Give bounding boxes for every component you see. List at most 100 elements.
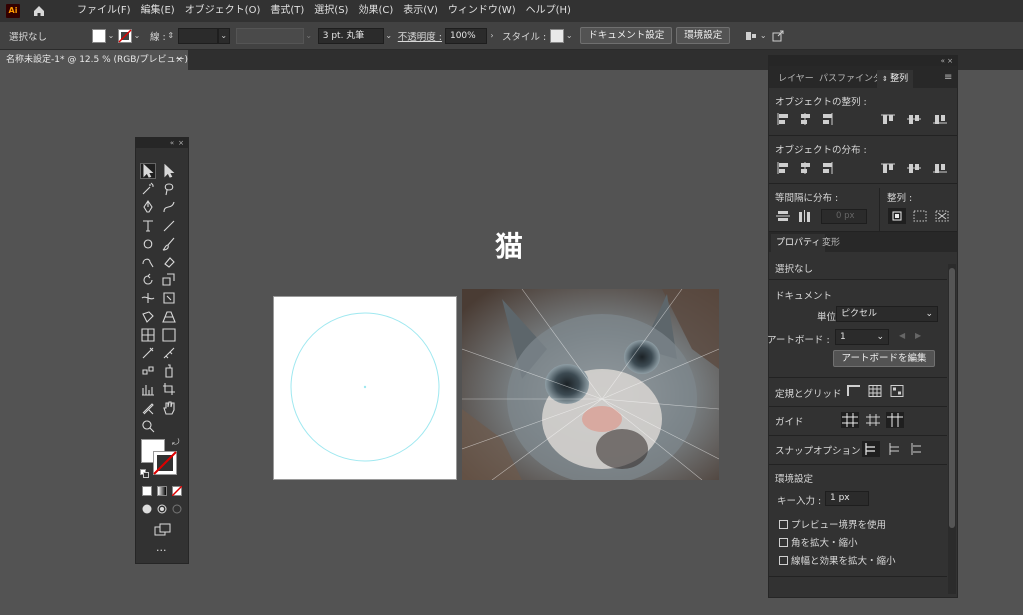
vertical-align-top-icon[interactable] [881,113,895,125]
lock-guides-icon[interactable] [866,414,880,426]
vertical-distribute-space-icon[interactable] [776,210,790,222]
menu-item[interactable]: ファイル(F) [72,0,136,22]
snap-to-pixel-icon[interactable] [887,443,901,455]
edit-artboards-button[interactable]: アートボードを編集 [833,350,935,367]
swap-colors-icon[interactable]: ⤾ [172,438,180,448]
spacing-input[interactable]: 0 px [821,209,867,224]
vertical-align-center-icon[interactable] [907,113,921,125]
tab-transform[interactable]: 変形 [817,234,845,252]
slice-tool-icon[interactable] [141,401,155,415]
opacity-input[interactable]: 100% [444,27,487,44]
align-to-artboard-icon[interactable] [888,208,906,224]
gradient-mode-icon[interactable] [157,486,167,496]
mesh-tool-icon[interactable] [141,328,155,342]
vertical-distribute-center-icon[interactable] [798,162,812,174]
vertical-align-bottom-icon[interactable] [933,113,947,125]
line-segment-tool-icon[interactable] [162,219,176,233]
default-colors-icon[interactable] [140,469,149,478]
canvas-title-text[interactable]: 猫 [487,227,531,267]
paintbrush-tool-icon[interactable] [162,237,176,251]
horizontal-align-center-icon[interactable] [798,113,812,125]
previous-artboard-icon[interactable]: ◀ [899,331,905,340]
panel-menu-icon[interactable]: ≡ [944,72,952,83]
menu-item[interactable]: オブジェクト(O) [180,0,266,22]
lasso-tool-icon[interactable] [162,182,176,196]
stroke-weight-input[interactable] [177,27,218,44]
tab-align[interactable]: ⇕ 整列 [877,70,914,88]
shaper-tool-icon[interactable] [141,255,155,269]
placed-cat-image[interactable] [462,289,719,480]
close-icon[interactable]: × [947,57,953,65]
document-tab[interactable]: 名称未設定-1* @ 12.5 % (RGB/プレビュー) × [0,50,188,70]
chevron-down-icon[interactable]: ⌄ [106,29,116,43]
close-icon[interactable]: × [178,138,184,148]
zoom-tool-icon[interactable] [141,419,155,433]
align-options-icon[interactable] [744,29,758,43]
horizontal-distribute-right-icon[interactable] [933,162,947,174]
horizontal-distribute-space-icon[interactable] [798,210,812,222]
ellipse-tool-icon[interactable] [141,237,155,251]
menu-item[interactable]: ヘルプ(H) [521,0,576,22]
home-icon[interactable] [32,4,46,18]
menu-item[interactable]: 効果(C) [353,0,398,22]
gradient-tool-icon[interactable] [162,328,176,342]
artboard-dropdown[interactable]: 1 ⌄ [835,329,889,345]
close-icon[interactable]: × [175,50,183,70]
align-to-key-object-icon[interactable] [935,210,949,222]
pen-tool-icon[interactable] [141,200,155,214]
chevron-down-icon[interactable]: ⌄ [758,29,768,43]
curvature-tool-icon[interactable] [162,200,176,214]
stepper-icon[interactable]: ⇕ [166,29,176,43]
measure-tool-icon[interactable] [162,346,176,360]
scale-strokes-effects-checkbox[interactable]: 線幅と効果を拡大・縮小 [779,553,896,567]
collapse-icon[interactable]: « [170,138,174,148]
style-swatch[interactable] [550,28,565,43]
menu-item[interactable]: ウィンドウ(W) [443,0,521,22]
width-tool-icon[interactable] [141,291,155,305]
screen-mode-icon[interactable] [154,523,172,537]
free-transform-tool-icon[interactable] [162,291,176,305]
scrollbar-thumb[interactable] [949,268,955,528]
direct-selection-tool-icon[interactable] [162,163,176,178]
opacity-label[interactable]: 不透明度 : [398,29,442,43]
rotate-tool-icon[interactable] [141,273,155,287]
draw-mode-icons[interactable] [141,503,185,515]
horizontal-distribute-center-icon[interactable] [907,162,921,174]
color-mode-icon[interactable] [142,486,152,496]
units-dropdown[interactable]: ピクセル ⌄ [836,306,938,322]
stroke-color-box[interactable] [153,451,177,475]
eraser-tool-icon[interactable] [162,255,176,269]
selection-tool-icon[interactable] [140,163,156,179]
eyedropper-tool-icon[interactable] [141,346,155,360]
horizontal-distribute-left-icon[interactable] [881,162,895,174]
document-setup-button[interactable]: ドキュメント設定 [580,27,673,44]
menu-item[interactable]: 編集(E) [136,0,180,22]
artboard-tool-icon[interactable] [162,382,176,396]
chevron-right-icon[interactable]: › [487,29,497,43]
chevron-down-icon[interactable]: ⌄ [564,29,574,43]
perspective-grid-tool-icon[interactable] [162,310,176,324]
tools-panel-header[interactable]: «× [136,138,188,148]
menu-item[interactable]: 選択(S) [309,0,353,22]
preferences-button[interactable]: 環境設定 [676,27,731,44]
use-preview-bounds-checkbox[interactable]: プレビュー境界を使用 [779,517,886,531]
align-to-selection-icon[interactable] [913,210,927,222]
chevron-down-icon[interactable]: ⌄ [132,29,142,43]
menu-item[interactable]: 書式(T) [265,0,309,22]
smart-guides-icon[interactable] [886,412,904,428]
key-increment-input[interactable]: 1 px [825,491,869,506]
snap-to-glyph-icon[interactable] [909,443,923,455]
chevron-down-icon[interactable]: ⌄ [217,27,230,44]
transparency-grid-icon[interactable] [890,385,904,397]
vertical-distribute-bottom-icon[interactable] [820,162,834,174]
snap-to-point-icon[interactable] [862,441,880,457]
horizontal-align-left-icon[interactable] [776,113,790,125]
blend-tool-icon[interactable] [141,364,155,378]
horizontal-align-right-icon[interactable] [820,113,834,125]
scale-tool-icon[interactable] [162,273,176,287]
panel-header[interactable]: « × [769,56,957,66]
panel-scrollbar[interactable] [948,264,956,594]
scale-corners-checkbox[interactable]: 角を拡大・縮小 [779,535,858,549]
symbol-sprayer-tool-icon[interactable] [162,364,176,378]
export-icon[interactable] [772,30,784,42]
